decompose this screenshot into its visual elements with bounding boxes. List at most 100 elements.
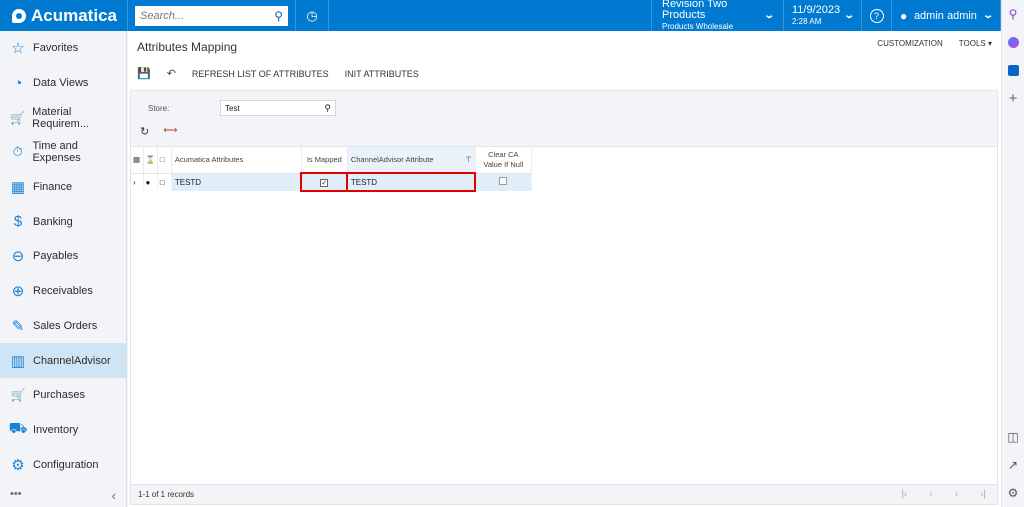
tools-menu[interactable]: TOOLS ▾ — [959, 39, 992, 48]
star-icon: ☆ — [11, 40, 25, 58]
init-attributes-button[interactable]: INIT ATTRIBUTES — [345, 69, 419, 79]
sidebar-item-banking[interactable]: $ Banking — [0, 204, 126, 239]
content-panel: Store: Test ⚲ ↻ ⟷ ▦ ⌛ □ Acumatica Attrib… — [130, 90, 998, 505]
more-icon[interactable]: ••• — [10, 488, 22, 503]
stopwatch-icon: ⏱ — [12, 144, 23, 160]
recent-history-button[interactable]: ◷ — [296, 0, 329, 31]
sidebar-item-favorites[interactable]: ☆ Favorites — [0, 31, 126, 66]
prev-page-icon[interactable]: ‹ — [929, 489, 932, 500]
fit-columns-icon[interactable]: ⟷ — [163, 125, 177, 138]
page-title: Attributes Mapping — [137, 40, 238, 54]
building-icon: ▥ — [10, 352, 26, 370]
sidebar-item-label: Payables — [33, 250, 79, 263]
sidebar-item-inventory[interactable]: ⛟ Inventory — [0, 413, 126, 448]
filter-icon[interactable]: ⊤ — [465, 155, 472, 164]
lookup-search-icon[interactable]: ⚲ — [324, 103, 331, 114]
chevron-down-icon: ⌄ — [842, 10, 855, 21]
main-content: Attributes Mapping CUSTOMIZATION TOOLS ▾… — [128, 31, 1001, 507]
history-icon: ◷ — [306, 7, 318, 23]
search-input[interactable] — [140, 9, 275, 22]
customization-menu[interactable]: CUSTOMIZATION — [877, 39, 942, 48]
col-is-mapped[interactable]: Is Mapped — [301, 147, 348, 174]
sidebar-item-channeladvisor[interactable]: ▥ ChannelAdvisor — [0, 343, 126, 378]
refresh-list-button[interactable]: REFRESH LIST OF ATTRIBUTES — [192, 69, 329, 79]
row-selector-header-icon[interactable]: ▦ — [131, 147, 144, 174]
refresh-grid-icon[interactable]: ↻ — [140, 125, 149, 138]
cart-plus-icon: 🛒 — [10, 110, 26, 125]
next-page-icon[interactable]: › — [955, 489, 958, 500]
undo-icon[interactable]: ↶ — [167, 67, 176, 80]
sidebar-item-label: Material Requirem... — [32, 105, 90, 130]
sidebar-item-label: ChannelAdvisor — [33, 354, 111, 367]
sidebar-panel-icon[interactable]: ◫ — [1002, 423, 1024, 451]
grid-footer: 1-1 of 1 records |‹ ‹ › ›| — [131, 484, 997, 504]
last-page-icon[interactable]: ›| — [980, 489, 986, 500]
date-selector[interactable]: 11/9/2023 2:28 AM ⌄ — [784, 0, 862, 31]
open-external-icon[interactable]: ↗ — [1002, 451, 1024, 479]
rail-search-icon[interactable]: ⚲ — [1002, 0, 1024, 28]
collapse-sidebar-icon[interactable]: ‹ — [112, 488, 116, 503]
sidebar-item-data-views[interactable]: ◔ Data Views — [0, 66, 126, 101]
save-icon[interactable]: 💾 — [137, 67, 151, 80]
first-page-icon[interactable]: |‹ — [901, 489, 907, 500]
acumatica-attribute-cell[interactable]: TESTD — [171, 173, 302, 191]
sidebar-item-label: Purchases — [33, 389, 85, 402]
pie-chart-icon: ◔ — [13, 74, 23, 92]
sidebar-item-sales-orders[interactable]: ✎ Sales Orders — [0, 309, 126, 344]
cart-icon: 🛒 — [10, 388, 26, 403]
sidebar-item-label: Receivables — [33, 285, 93, 298]
ca-attribute-cell[interactable]: TESTD — [346, 172, 477, 192]
col-channeladvisor-attribute[interactable]: ChannelAdvisor Attribute ⊤ — [347, 147, 476, 174]
sidebar-item-label: Banking — [33, 215, 73, 228]
top-bar: Acumatica ⚲ ◷ Revision Two Products Prod… — [0, 0, 1001, 31]
user-icon: ● — [900, 8, 908, 23]
sidebar-item-purchases[interactable]: 🛒 Purchases — [0, 378, 126, 413]
business-date: 11/9/2023 — [792, 3, 841, 16]
is-mapped-cell[interactable]: ✓ — [300, 172, 349, 192]
clear-ca-cell[interactable] — [475, 173, 532, 191]
sidebar: ☆ Favorites ◔ Data Views 🛒 Material Require… — [0, 31, 127, 507]
sidebar-item-material-requirements[interactable]: 🛒 Material Requirem... — [0, 100, 126, 135]
sidebar-item-payables[interactable]: ⊖ Payables — [0, 239, 126, 274]
outlook-icon[interactable] — [1002, 56, 1024, 84]
brand-logo[interactable]: Acumatica — [0, 0, 128, 31]
sidebar-item-receivables[interactable]: ⊕ Receivables — [0, 274, 126, 309]
minus-circle-icon: ⊖ — [11, 248, 25, 266]
help-icon: ? — [869, 8, 884, 23]
col-clear-ca-value[interactable]: Clear CA Value If Null — [475, 147, 532, 174]
sidebar-item-time-and-expenses[interactable]: ⏱ Time and Expenses — [0, 135, 126, 170]
user-name: admin admin — [913, 9, 977, 22]
sidebar-item-finance[interactable]: ▦ Finance — [0, 170, 126, 205]
sidebar-item-label: Data Views — [33, 77, 89, 90]
note-header-icon: □ — [157, 147, 172, 174]
clear-ca-checkbox[interactable] — [499, 177, 508, 186]
sidebar-item-label: Configuration — [33, 458, 99, 471]
user-menu[interactable]: ● admin admin ⌄ — [892, 0, 1001, 31]
sidebar-item-configuration[interactable]: ⚙ Configuration — [0, 447, 126, 482]
acumatica-logo-icon — [12, 8, 26, 23]
is-mapped-checkbox[interactable]: ✓ — [320, 178, 329, 187]
attributes-grid: ▦ ⌛ □ Acumatica Attributes Is Mapped Cha… — [131, 147, 532, 192]
brand-name: Acumatica — [31, 5, 117, 25]
row-expand-icon[interactable]: › — [131, 173, 144, 191]
search-icon[interactable]: ⚲ — [274, 9, 283, 23]
truck-icon: ⛟ — [8, 420, 28, 438]
right-rail: ⚲ + ◫ ↗ ⚙ — [1001, 0, 1024, 507]
attachment-icon[interactable]: ● — [143, 173, 158, 191]
sidebar-item-label: Finance — [33, 181, 73, 194]
business-time: 2:28 AM — [792, 16, 822, 26]
company-selector[interactable]: Revision Two Products Products Wholesale… — [651, 0, 784, 31]
note-icon[interactable]: □ — [157, 173, 172, 191]
settings-gear-icon[interactable]: ⚙ — [1002, 479, 1024, 507]
col-channeladvisor-attribute-label: ChannelAdvisor Attribute — [350, 155, 434, 165]
add-icon[interactable]: + — [1002, 84, 1024, 112]
sidebar-item-label: Inventory — [33, 423, 79, 436]
help-button[interactable]: ? — [862, 0, 892, 31]
filter-form: Store: Test ⚲ ↻ ⟷ — [131, 91, 997, 147]
store-selector[interactable]: Test ⚲ — [220, 100, 336, 116]
table-row[interactable]: › ● □ TESTD ✓ TESTD — [131, 172, 532, 192]
col-acumatica-attributes[interactable]: Acumatica Attributes — [171, 147, 302, 174]
app: Acumatica ⚲ ◷ Revision Two Products Prod… — [0, 0, 1024, 507]
copilot-icon[interactable] — [1002, 28, 1024, 56]
global-search[interactable]: ⚲ — [135, 5, 288, 26]
